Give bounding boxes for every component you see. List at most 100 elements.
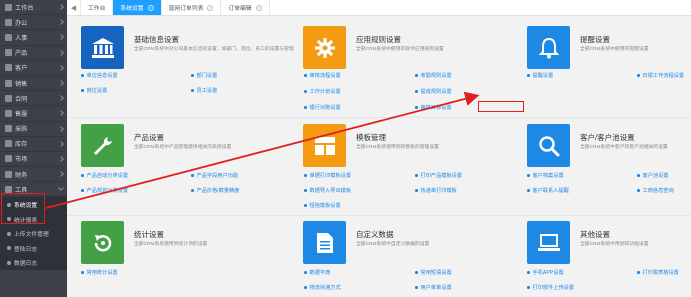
link-express-template[interactable]: 快递单打印模板 [415, 187, 457, 194]
card-icon-box [527, 26, 570, 69]
link-bank-reconcile[interactable]: 银行对账设置 [304, 104, 341, 111]
card-title: 其他设置 [580, 230, 610, 239]
sidebar-sub-system-settings[interactable]: 系统设置 [0, 197, 67, 212]
link-print-doc-template[interactable]: 单据打印模板设置 [304, 172, 351, 179]
card-reminder: 提醒设置 全部CRM系统中使用的提醒设置 [527, 26, 687, 96]
link-mobile-app[interactable]: 手机APP设置 [527, 269, 564, 276]
card-desc: 全部CRM系统中产品管理模块相关的系统设置 [134, 145, 232, 150]
sidebar-item-market[interactable]: 市场 [0, 152, 67, 168]
sidebar-sub-upload-files[interactable]: 上传文件管理 [0, 226, 67, 241]
link-customer-profile[interactable]: 客户档案设置 [527, 172, 564, 179]
link-department[interactable]: 部门设置 [191, 72, 217, 79]
sidebar-item-label: 合同 [15, 95, 28, 103]
sidebar-item-sales[interactable]: 销售 [0, 76, 67, 92]
bullet-icon [415, 286, 418, 289]
sidebar-item-label: 市场 [15, 156, 28, 164]
chevron-down-icon [58, 185, 64, 192]
document-icon [316, 232, 333, 253]
sidebar-item-purchase[interactable]: 采购 [0, 122, 67, 137]
bullet-icon [637, 174, 640, 177]
link-sms-template[interactable]: 短信模板设置 [304, 202, 341, 209]
link-logistics[interactable]: 物流快递方式 [304, 284, 341, 291]
sidebar-item-label: 售服 [15, 110, 28, 118]
tab-order-list[interactable]: 普网订单列表 × [162, 0, 222, 15]
close-icon[interactable]: × [147, 4, 154, 11]
card-title: 统计设置 [134, 230, 164, 239]
sidebar-item-office[interactable]: 办公 [0, 15, 67, 31]
sidebar-sub-data-log[interactable]: 数据日志 [0, 255, 67, 270]
bullet-icon [304, 174, 307, 177]
link-business-lookup[interactable]: 工商信息查询 [637, 187, 674, 194]
link-product-fields[interactable]: 产品字段用户功能 [191, 172, 238, 179]
sidebar-item-inventory[interactable]: 库存 [0, 137, 67, 152]
close-icon[interactable]: × [207, 4, 214, 11]
sidebar-item-tools[interactable]: 工具 [0, 182, 67, 198]
sidebar-sub-label: 系统设置 [14, 203, 38, 210]
bullet-icon [527, 74, 530, 77]
bullet-icon [637, 271, 640, 274]
tab-bar: ◀ 工作台× 系统设置× 普网订单列表× 订单编辑× [67, 0, 691, 16]
sidebar-sub-statistics[interactable]: 统计报表 [0, 211, 67, 227]
chevron-icon [58, 64, 64, 71]
bullet-icon [304, 90, 307, 93]
tab-label: 工作台 [88, 6, 106, 12]
link-common-stats[interactable]: 常用统计设置 [81, 269, 118, 276]
link-daily-report[interactable]: 日报工作流程设置 [637, 72, 684, 79]
link-work-plan[interactable]: 工作计划设置 [304, 88, 341, 95]
money-icon [5, 170, 12, 178]
link-commission-rules[interactable]: 提成规则设置 [415, 88, 452, 95]
link-customer-pool[interactable]: 客户池设置 [637, 172, 668, 179]
sidebar-sub-login-log[interactable]: 登陆日志 [0, 240, 67, 256]
bell-icon [538, 37, 559, 58]
link-company-info[interactable]: 单位信息设置 [81, 72, 118, 79]
link-product-precision[interactable]: 产品价格/数量精度 [191, 187, 239, 194]
link-print-upload[interactable]: 打印部件上传设置 [527, 284, 574, 291]
card-desc: 全部CRM系统中用到的功能设置 [580, 242, 649, 247]
sidebar-item-label: 销售 [15, 80, 28, 88]
card-desc: 全部CRM系统中使用的软件应用规则设置 [356, 47, 444, 52]
tab-label: 系统设置 [120, 6, 144, 12]
bullet-icon [304, 189, 307, 192]
link-audit-target[interactable]: 审核目标设置 [415, 104, 452, 111]
link-import-export-template[interactable]: 数据导入导出模板 [304, 187, 351, 194]
sidebar-item-service[interactable]: 售服 [0, 106, 67, 122]
link-reminder[interactable]: 提醒设置 [527, 72, 553, 79]
link-data-dictionary[interactable]: 数据字典 [304, 269, 330, 276]
card-title: 基础信息设置 [134, 35, 179, 44]
main-content: 基础信息设置 全部CRM系统中对公司基本信息的设置，如部门、岗位、员工的设置与管… [67, 16, 691, 297]
link-product-auto-category[interactable]: 产品自动分类设置 [81, 172, 128, 179]
link-position[interactable]: 岗位设置 [81, 87, 107, 94]
link-product-category[interactable]: 产品规划分类设置 [81, 187, 128, 194]
link-attendance-rules[interactable]: 考勤规则设置 [415, 72, 452, 79]
close-icon[interactable]: × [255, 4, 262, 11]
link-employee[interactable]: 员工设置 [191, 87, 217, 94]
bullet-icon [81, 74, 84, 77]
link-contact-reminder[interactable]: 客户联系人提醒 [527, 187, 569, 194]
link-user-forms[interactable]: 用户单单设置 [415, 284, 452, 291]
tab-system-settings[interactable]: 系统设置 × [113, 0, 162, 15]
card-title: 产品设置 [134, 133, 164, 142]
card-desc: 全部CRM系统中自定义数据的设置 [356, 242, 430, 247]
sidebar-item-contract[interactable]: 合同 [0, 91, 67, 107]
sidebar-item-finance[interactable]: 财务 [0, 167, 67, 183]
truck-icon [5, 125, 12, 133]
chevron-icon [58, 110, 64, 117]
card-desc: 全部CRM系统使用到的模板的管理设置 [356, 145, 439, 150]
link-common-phrases[interactable]: 常用短语设置 [415, 269, 452, 276]
tab-label: 订单编辑 [228, 6, 252, 12]
sidebar-item-customer[interactable]: 客户 [0, 61, 67, 76]
card-icon-box [81, 221, 124, 264]
bullet-icon [637, 74, 640, 77]
tab-workbench[interactable]: 工作台× [81, 0, 114, 15]
bullet-icon [415, 271, 418, 274]
link-print-report[interactable]: 打印报表格设置 [637, 269, 679, 276]
sidebar-item-workbench[interactable]: 工作台 [0, 0, 67, 16]
bullet-icon [7, 231, 11, 236]
sidebar-item-hr[interactable]: 人事 [0, 30, 67, 46]
link-print-product-template[interactable]: 打印产品模板设置 [415, 172, 462, 179]
tab-prev-button[interactable]: ◀ [67, 0, 81, 15]
tab-order-edit[interactable]: 订单编辑 × [221, 0, 270, 15]
link-audit-flow[interactable]: 审核流程设置 [304, 72, 341, 79]
sidebar-item-product[interactable]: 产品 [0, 46, 67, 61]
sidebar-item-label: 库存 [15, 141, 28, 149]
